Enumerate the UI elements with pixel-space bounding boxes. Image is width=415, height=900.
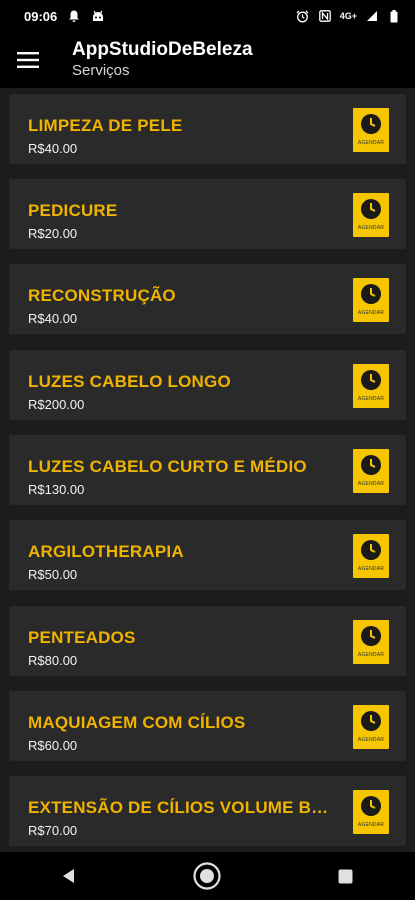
- service-card[interactable]: RECONSTRUÇÃO R$40.00 AGENDAR: [9, 264, 406, 334]
- schedule-button-label: AGENDAR: [357, 396, 385, 402]
- schedule-button-label: AGENDAR: [357, 225, 385, 231]
- service-card[interactable]: LUZES CABELO CURTO E MÉDIO R$130.00 AGEN…: [9, 435, 406, 505]
- service-price: R$60.00: [28, 738, 78, 753]
- service-name: LIMPEZA DE PELE: [28, 116, 183, 135]
- battery-icon: [387, 9, 401, 23]
- service-name: PEDICURE: [28, 201, 118, 220]
- service-name: PENTEADOS: [28, 628, 136, 647]
- service-price: R$200.00: [28, 397, 85, 412]
- schedule-button-label: AGENDAR: [357, 737, 385, 743]
- service-name: EXTENSÃO DE CÍLIOS VOLUME BRASILEIRO: [28, 798, 338, 817]
- recents-button[interactable]: [316, 852, 376, 900]
- service-card[interactable]: PEDICURE R$20.00 AGENDAR: [9, 179, 406, 249]
- home-button[interactable]: [177, 852, 237, 900]
- service-name: RECONSTRUÇÃO: [28, 286, 176, 305]
- schedule-button[interactable]: AGENDAR: [353, 705, 389, 749]
- schedule-button[interactable]: AGENDAR: [353, 534, 389, 578]
- page-subtitle: Serviços: [72, 62, 130, 79]
- schedule-button[interactable]: AGENDAR: [353, 364, 389, 408]
- home-circle-icon: [193, 862, 222, 890]
- service-price: R$40.00: [28, 311, 78, 326]
- service-card[interactable]: LUZES CABELO LONGO R$200.00 AGENDAR: [9, 350, 406, 420]
- service-price: R$130.00: [28, 482, 85, 497]
- clock-icon: [361, 199, 381, 219]
- schedule-button[interactable]: AGENDAR: [353, 108, 389, 152]
- schedule-button-label: AGENDAR: [357, 822, 385, 828]
- clock-icon: [361, 370, 381, 390]
- service-name: MAQUIAGEM COM CÍLIOS: [28, 713, 246, 732]
- system-navigation-bar: [0, 852, 415, 900]
- signal-icon: [365, 9, 379, 23]
- schedule-button[interactable]: AGENDAR: [353, 620, 389, 664]
- app-bar: AppStudioDeBeleza Serviços: [0, 32, 415, 88]
- network-type-label: 4G+: [339, 11, 357, 21]
- clock-icon: [361, 114, 381, 134]
- clock-icon: [361, 540, 381, 560]
- service-name: LUZES CABELO CURTO E MÉDIO: [28, 457, 307, 476]
- service-name: ARGILOTHERAPIA: [28, 542, 184, 561]
- clock-icon: [361, 455, 381, 475]
- android-debug-icon: [91, 9, 105, 23]
- schedule-button[interactable]: AGENDAR: [353, 193, 389, 237]
- clock-icon: [361, 711, 381, 731]
- service-card[interactable]: ARGILOTHERAPIA R$50.00 AGENDAR: [9, 520, 406, 590]
- service-price: R$40.00: [28, 141, 78, 156]
- schedule-button-label: AGENDAR: [357, 481, 385, 487]
- clock-icon: [361, 626, 381, 646]
- back-triangle-icon: [63, 869, 75, 883]
- hamburger-menu-icon: [17, 52, 39, 68]
- service-name: LUZES CABELO LONGO: [28, 372, 231, 391]
- recents-square-icon: [338, 869, 353, 883]
- service-card[interactable]: PENTEADOS R$80.00 AGENDAR: [9, 606, 406, 676]
- schedule-button-label: AGENDAR: [357, 140, 385, 146]
- schedule-button-label: AGENDAR: [357, 652, 385, 658]
- alarm-icon: [296, 9, 310, 23]
- service-price: R$80.00: [28, 653, 78, 668]
- service-price: R$20.00: [28, 226, 78, 241]
- menu-button[interactable]: [0, 32, 56, 88]
- service-card[interactable]: MAQUIAGEM COM CÍLIOS R$60.00 AGENDAR: [9, 691, 406, 761]
- schedule-button-label: AGENDAR: [357, 310, 385, 316]
- status-bar: 09:06 4G+: [0, 0, 415, 32]
- notification-bell-icon: [67, 9, 81, 23]
- back-button[interactable]: [39, 852, 99, 900]
- services-list[interactable]: LIMPEZA DE PELE R$40.00 AGENDAR PEDICURE…: [0, 88, 415, 852]
- schedule-button[interactable]: AGENDAR: [353, 790, 389, 834]
- app-title: AppStudioDeBeleza: [72, 39, 253, 60]
- clock-icon: [361, 796, 381, 816]
- service-card[interactable]: EXTENSÃO DE CÍLIOS VOLUME BRASILEIRO R$7…: [9, 776, 406, 846]
- nfc-icon: [318, 9, 332, 23]
- schedule-button[interactable]: AGENDAR: [353, 449, 389, 493]
- service-price: R$70.00: [28, 823, 78, 838]
- schedule-button[interactable]: AGENDAR: [353, 278, 389, 322]
- schedule-button-label: AGENDAR: [357, 566, 385, 572]
- clock-icon: [361, 284, 381, 304]
- service-card[interactable]: LIMPEZA DE PELE R$40.00 AGENDAR: [9, 94, 406, 164]
- status-time: 09:06: [24, 8, 58, 24]
- service-price: R$50.00: [28, 567, 78, 582]
